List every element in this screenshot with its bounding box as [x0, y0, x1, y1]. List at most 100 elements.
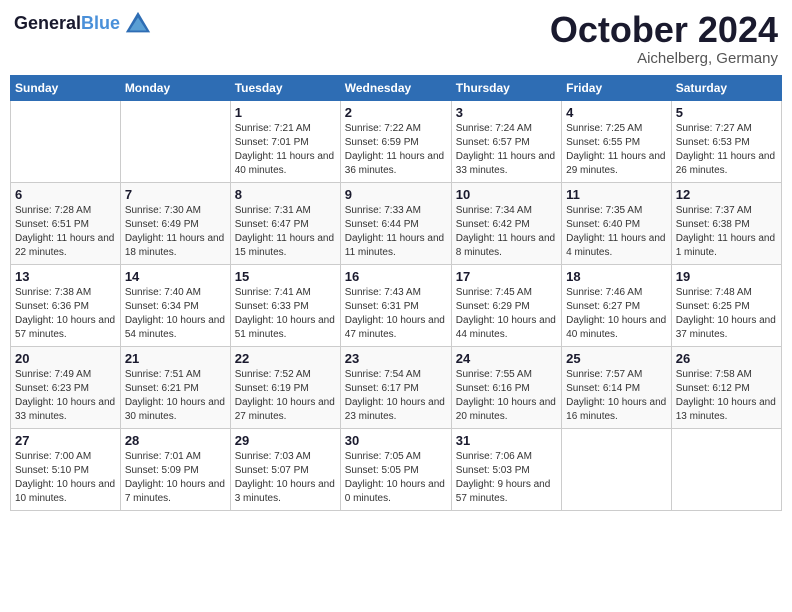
day-info: Sunrise: 7:45 AM Sunset: 6:29 PM Dayligh… — [456, 286, 557, 342]
calendar-body: 1Sunrise: 7:21 AM Sunset: 7:01 PM Daylig… — [11, 100, 782, 510]
day-number: 4 — [566, 105, 667, 120]
calendar-cell-w4-d4: 24 Sunrise: 7:55 AM Sunset: 6:16 PM Dayli… — [451, 346, 561, 428]
calendar-week-1: 1Sunrise: 7:21 AM Sunset: 7:01 PM Daylig… — [11, 100, 782, 182]
calendar-cell-w3-d3: 16Sunrise: 7:43 AM Sunset: 6:31 PM Dayli… — [340, 264, 451, 346]
calendar-cell-w3-d4: 17 Sunrise: 7:45 AM Sunset: 6:29 PM Dayli… — [451, 264, 561, 346]
day-info: Sunrise: 7:55 AM Sunset: 6:16 PM Dayligh… — [456, 368, 557, 424]
title-block: October 2024 Aichelberg, Germany — [550, 10, 778, 67]
day-number: 5 — [676, 105, 777, 120]
calendar-cell-w5-d4: 31 Sunrise: 7:06 AM Sunset: 5:03 PM Dayli… — [451, 428, 561, 510]
day-info: Sunrise: 7:27 AM Sunset: 6:53 PM Dayligh… — [676, 122, 777, 178]
day-info: Sunrise: 7:54 AM Sunset: 6:17 PM Dayligh… — [345, 368, 447, 424]
day-number: 31 — [456, 433, 557, 448]
day-info: Sunrise: 7:38 AM Sunset: 6:36 PM Dayligh… — [15, 286, 116, 342]
calendar-cell-w5-d1: 28Sunrise: 7:01 AM Sunset: 5:09 PM Dayli… — [120, 428, 230, 510]
calendar-cell-w3-d0: 13 Sunrise: 7:38 AM Sunset: 6:36 PM Dayli… — [11, 264, 121, 346]
day-info: Sunrise: 7:25 AM Sunset: 6:55 PM Dayligh… — [566, 122, 667, 178]
day-number: 22 — [235, 351, 336, 366]
day-info: Sunrise: 7:05 AM Sunset: 5:05 PM Dayligh… — [345, 450, 447, 506]
day-info: Sunrise: 7:37 AM Sunset: 6:38 PM Dayligh… — [676, 204, 777, 260]
day-number: 14 — [125, 269, 226, 284]
day-number: 23 — [345, 351, 447, 366]
day-info: Sunrise: 7:22 AM Sunset: 6:59 PM Dayligh… — [345, 122, 447, 178]
calendar-cell-w5-d3: 30 Sunrise: 7:05 AM Sunset: 5:05 PM Dayli… — [340, 428, 451, 510]
calendar-week-3: 13 Sunrise: 7:38 AM Sunset: 6:36 PM Dayli… — [11, 264, 782, 346]
day-info: Sunrise: 7:48 AM Sunset: 6:25 PM Dayligh… — [676, 286, 777, 342]
calendar-cell-w2-d5: 11 Sunrise: 7:35 AM Sunset: 6:40 PM Dayli… — [562, 182, 672, 264]
day-number: 20 — [15, 351, 116, 366]
calendar-cell-w2-d1: 7Sunrise: 7:30 AM Sunset: 6:49 PM Daylig… — [120, 182, 230, 264]
col-tuesday: Tuesday — [230, 75, 340, 100]
day-number: 17 — [456, 269, 557, 284]
calendar-week-2: 6 Sunrise: 7:28 AM Sunset: 6:51 PM Daylig… — [11, 182, 782, 264]
calendar-cell-w3-d1: 14 Sunrise: 7:40 AM Sunset: 6:34 PM Dayli… — [120, 264, 230, 346]
day-info: Sunrise: 7:51 AM Sunset: 6:21 PM Dayligh… — [125, 368, 226, 424]
calendar-cell-w2-d6: 12 Sunrise: 7:37 AM Sunset: 6:38 PM Dayli… — [671, 182, 781, 264]
day-number: 1 — [235, 105, 336, 120]
day-number: 13 — [15, 269, 116, 284]
calendar-cell-w1-d6: 5 Sunrise: 7:27 AM Sunset: 6:53 PM Daylig… — [671, 100, 781, 182]
day-number: 2 — [345, 105, 447, 120]
day-info: Sunrise: 7:57 AM Sunset: 6:14 PM Dayligh… — [566, 368, 667, 424]
day-info: Sunrise: 7:30 AM Sunset: 6:49 PM Dayligh… — [125, 204, 226, 260]
calendar-cell-w5-d0: 27Sunrise: 7:00 AM Sunset: 5:10 PM Dayli… — [11, 428, 121, 510]
logo: GeneralBlue — [14, 10, 152, 38]
day-number: 19 — [676, 269, 777, 284]
calendar-cell-w4-d6: 26Sunrise: 7:58 AM Sunset: 6:12 PM Dayli… — [671, 346, 781, 428]
day-number: 28 — [125, 433, 226, 448]
day-number: 9 — [345, 187, 447, 202]
day-info: Sunrise: 7:33 AM Sunset: 6:44 PM Dayligh… — [345, 204, 447, 260]
page-header: GeneralBlue October 2024 Aichelberg, Ger… — [10, 10, 782, 67]
calendar-cell-w3-d6: 19 Sunrise: 7:48 AM Sunset: 6:25 PM Dayli… — [671, 264, 781, 346]
calendar-cell-w1-d0 — [11, 100, 121, 182]
day-info: Sunrise: 7:40 AM Sunset: 6:34 PM Dayligh… — [125, 286, 226, 342]
day-info: Sunrise: 7:41 AM Sunset: 6:33 PM Dayligh… — [235, 286, 336, 342]
calendar-cell-w2-d0: 6 Sunrise: 7:28 AM Sunset: 6:51 PM Daylig… — [11, 182, 121, 264]
day-number: 3 — [456, 105, 557, 120]
day-info: Sunrise: 7:52 AM Sunset: 6:19 PM Dayligh… — [235, 368, 336, 424]
calendar-week-5: 27Sunrise: 7:00 AM Sunset: 5:10 PM Dayli… — [11, 428, 782, 510]
day-number: 24 — [456, 351, 557, 366]
day-number: 12 — [676, 187, 777, 202]
calendar-cell-w5-d5 — [562, 428, 672, 510]
calendar-cell-w1-d4: 3 Sunrise: 7:24 AM Sunset: 6:57 PM Daylig… — [451, 100, 561, 182]
col-saturday: Saturday — [671, 75, 781, 100]
day-info: Sunrise: 7:31 AM Sunset: 6:47 PM Dayligh… — [235, 204, 336, 260]
day-number: 25 — [566, 351, 667, 366]
calendar-cell-w1-d3: 2 Sunrise: 7:22 AM Sunset: 6:59 PM Daylig… — [340, 100, 451, 182]
location-subtitle: Aichelberg, Germany — [550, 50, 778, 67]
calendar-cell-w4-d3: 23 Sunrise: 7:54 AM Sunset: 6:17 PM Dayli… — [340, 346, 451, 428]
calendar-cell-w4-d0: 20Sunrise: 7:49 AM Sunset: 6:23 PM Dayli… — [11, 346, 121, 428]
calendar-cell-w2-d2: 8 Sunrise: 7:31 AM Sunset: 6:47 PM Daylig… — [230, 182, 340, 264]
calendar-cell-w1-d2: 1Sunrise: 7:21 AM Sunset: 7:01 PM Daylig… — [230, 100, 340, 182]
day-info: Sunrise: 7:03 AM Sunset: 5:07 PM Dayligh… — [235, 450, 336, 506]
day-info: Sunrise: 7:43 AM Sunset: 6:31 PM Dayligh… — [345, 286, 447, 342]
day-info: Sunrise: 7:24 AM Sunset: 6:57 PM Dayligh… — [456, 122, 557, 178]
calendar-cell-w5-d6 — [671, 428, 781, 510]
day-number: 11 — [566, 187, 667, 202]
day-number: 29 — [235, 433, 336, 448]
logo-text: GeneralBlue — [14, 14, 120, 34]
col-friday: Friday — [562, 75, 672, 100]
day-number: 8 — [235, 187, 336, 202]
calendar-cell-w3-d5: 18Sunrise: 7:46 AM Sunset: 6:27 PM Dayli… — [562, 264, 672, 346]
col-thursday: Thursday — [451, 75, 561, 100]
calendar-table: Sunday Monday Tuesday Wednesday Thursday… — [10, 75, 782, 511]
day-info: Sunrise: 7:34 AM Sunset: 6:42 PM Dayligh… — [456, 204, 557, 260]
day-number: 30 — [345, 433, 447, 448]
calendar-header-row: Sunday Monday Tuesday Wednesday Thursday… — [11, 75, 782, 100]
calendar-cell-w1-d1 — [120, 100, 230, 182]
calendar-cell-w5-d2: 29 Sunrise: 7:03 AM Sunset: 5:07 PM Dayli… — [230, 428, 340, 510]
calendar-cell-w4-d5: 25 Sunrise: 7:57 AM Sunset: 6:14 PM Dayli… — [562, 346, 672, 428]
month-title: October 2024 — [550, 10, 778, 50]
day-info: Sunrise: 7:06 AM Sunset: 5:03 PM Dayligh… — [456, 450, 557, 506]
day-number: 6 — [15, 187, 116, 202]
day-info: Sunrise: 7:28 AM Sunset: 6:51 PM Dayligh… — [15, 204, 116, 260]
calendar-cell-w1-d5: 4 Sunrise: 7:25 AM Sunset: 6:55 PM Daylig… — [562, 100, 672, 182]
col-monday: Monday — [120, 75, 230, 100]
calendar-cell-w2-d3: 9 Sunrise: 7:33 AM Sunset: 6:44 PM Daylig… — [340, 182, 451, 264]
day-number: 21 — [125, 351, 226, 366]
calendar-cell-w2-d4: 10Sunrise: 7:34 AM Sunset: 6:42 PM Dayli… — [451, 182, 561, 264]
calendar-cell-w3-d2: 15Sunrise: 7:41 AM Sunset: 6:33 PM Dayli… — [230, 264, 340, 346]
day-info: Sunrise: 7:35 AM Sunset: 6:40 PM Dayligh… — [566, 204, 667, 260]
